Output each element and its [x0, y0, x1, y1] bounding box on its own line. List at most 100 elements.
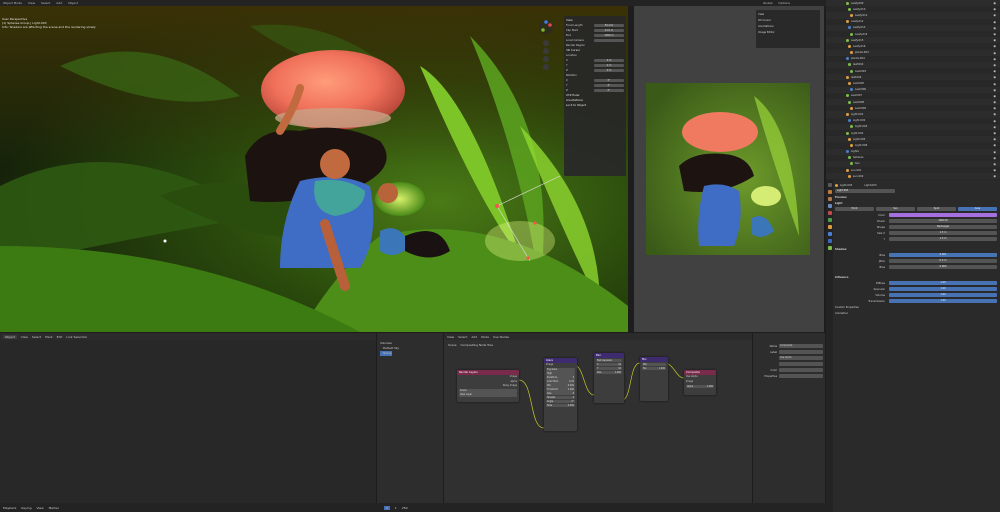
node-composite[interactable]: Composite Use Alpha Image Alpha 1.000	[684, 370, 716, 395]
glare-quality-select[interactable]: High	[546, 372, 575, 376]
constraints-tab-icon[interactable]	[827, 239, 832, 243]
editor-type-select[interactable]: Object	[3, 334, 17, 339]
node-property-field[interactable]	[779, 350, 823, 354]
shadow-jitter-field[interactable]: 0.2 m	[889, 258, 997, 264]
menu-select-fb[interactable]: Select	[32, 335, 41, 339]
influence-transmission-field[interactable]: 1.00	[889, 298, 997, 304]
visibility-eye-icon[interactable]: ◉	[993, 38, 996, 42]
preview-section-image-editor[interactable]: Image Editor	[758, 30, 818, 36]
data-name-label[interactable]: Light.003	[864, 184, 876, 187]
properties-editor[interactable]: Light.003 Light.003 Light.003 Preview Li…	[826, 180, 1000, 512]
influence-diffuse-field[interactable]: 1.00	[889, 280, 997, 286]
visibility-eye-icon[interactable]: ◉	[993, 26, 996, 30]
visibility-eye-icon[interactable]: ◉	[993, 162, 996, 166]
clip-end-field[interactable]: 1000 m	[594, 33, 624, 38]
influence-specular-field[interactable]: 1.00	[889, 286, 997, 292]
tool-tab-icon[interactable]	[827, 183, 832, 187]
rot-z-field[interactable]: 0°	[594, 88, 624, 93]
end-frame-field[interactable]: 250	[402, 506, 408, 510]
modifier-tab-icon[interactable]	[827, 232, 832, 236]
node-property-field[interactable]	[779, 374, 823, 378]
node-field[interactable]: Size 1.000	[596, 370, 622, 374]
light-datablock-field[interactable]: Light.003	[835, 188, 895, 194]
visibility-eye-icon[interactable]: ◉	[993, 88, 996, 92]
node-field[interactable]: Fac 1.000	[642, 366, 666, 370]
visibility-eye-icon[interactable]: ◉	[993, 32, 996, 36]
node-field[interactable]: Fade 0.900	[546, 404, 575, 408]
blur-type-select[interactable]: Fast Gaussian	[596, 358, 622, 362]
layer-field[interactable]: View Layer	[459, 393, 517, 397]
current-frame-field[interactable]: 1	[383, 505, 390, 510]
visibility-eye-icon[interactable]: ◉	[993, 168, 996, 172]
visibility-eye-icon[interactable]: ◉	[993, 100, 996, 104]
glare-type-select[interactable]: Fog Glow	[546, 368, 575, 372]
scene-tab-icon[interactable]	[827, 211, 832, 215]
menu-mark-fb[interactable]: Mark	[45, 335, 52, 339]
menu-object[interactable]: Object	[68, 1, 78, 5]
visibility-eye-icon[interactable]: ◉	[993, 125, 996, 129]
node-field[interactable]: Mix 0.000	[546, 384, 575, 388]
navigation-gizmo[interactable]	[535, 18, 557, 78]
node-property-field[interactable]: Composite	[779, 344, 823, 348]
light-type-spot[interactable]: Spot	[917, 206, 956, 212]
menu-edit-fb[interactable]: Edit	[57, 335, 63, 339]
node-field[interactable]: Angle 0°	[546, 400, 575, 404]
light-power-field[interactable]: 1000 W	[889, 218, 997, 224]
menu-select[interactable]: Select	[41, 1, 50, 5]
visibility-eye-icon[interactable]: ◉	[993, 119, 996, 123]
visibility-eye-icon[interactable]: ◉	[993, 94, 996, 98]
node-field[interactable]: Streaks 4	[546, 396, 575, 400]
menu-view-tl[interactable]: View	[36, 506, 43, 510]
light-size-y-field[interactable]: 1.5 m	[889, 236, 997, 242]
node-render-layers[interactable]: Render Layers Image Alpha Noisy Image Sc…	[457, 370, 519, 402]
visibility-eye-icon[interactable]: ◉	[993, 150, 996, 154]
visibility-eye-icon[interactable]: ◉	[993, 20, 996, 24]
node-field[interactable]: Size 8	[546, 392, 575, 396]
visibility-eye-icon[interactable]: ◉	[993, 57, 996, 61]
rot-x-field[interactable]: 0°	[594, 78, 624, 83]
menu-marker[interactable]: Marker	[49, 506, 59, 510]
mode-select[interactable]: Object Mode	[3, 1, 22, 5]
node-field[interactable]: Y 10	[596, 366, 622, 370]
visibility-eye-icon[interactable]: ◉	[993, 112, 996, 116]
node-properties-sidebar[interactable]: Name Composite Label Use Alpha Color Properti…	[753, 333, 825, 503]
options-button[interactable]: Options	[778, 1, 790, 5]
light-type-sun[interactable]: Sun	[876, 206, 915, 212]
visibility-eye-icon[interactable]: ◉	[993, 82, 996, 86]
menu-view-fb[interactable]: View	[21, 335, 28, 339]
start-frame-field[interactable]: 1	[395, 506, 397, 510]
visibility-eye-icon[interactable]: ◉	[993, 13, 996, 17]
object-tab-icon[interactable]	[827, 225, 832, 229]
light-color-swatch[interactable]	[889, 212, 997, 218]
focal-length-field[interactable]: 50 mm	[594, 23, 624, 28]
light-size-x-field[interactable]: 1.5 m	[889, 230, 997, 236]
scene-field[interactable]: Scene	[459, 389, 517, 393]
asset-sidebar[interactable]: Volumes Default Sky Group	[377, 333, 443, 503]
light-data-tab-icon[interactable]	[827, 246, 832, 250]
node-field[interactable]: Color Mod. 0.25	[546, 380, 575, 384]
outliner[interactable]: Leafy.009 ◉ Leafy.010 ◉ Leafy.011 ◉ Leafy.012 ◉…	[826, 0, 1000, 180]
3d-viewport[interactable]: User Perspective (1) Spheres Group | Lig…	[0, 6, 628, 332]
menu-add[interactable]: Add	[56, 1, 62, 5]
shadow-bias2-field[interactable]: 0.000	[889, 264, 997, 270]
menu-playback[interactable]: Playback	[3, 506, 16, 510]
light-shape-select[interactable]: Rectangle	[889, 224, 997, 230]
node-property-field[interactable]: Use Alpha	[779, 356, 823, 360]
socket-image-in[interactable]: Image	[544, 363, 577, 368]
visibility-eye-icon[interactable]: ◉	[993, 1, 996, 5]
socket-image-in[interactable]: Image	[684, 380, 716, 385]
visibility-eye-icon[interactable]: ◉	[993, 174, 996, 178]
influence-volume-field[interactable]: 1.00	[889, 292, 997, 298]
cursor-x-field[interactable]: 0 m	[594, 58, 624, 63]
visibility-eye-icon[interactable]: ◉	[993, 75, 996, 79]
file-browser-area[interactable]: Object View Select Mark Edit Link Select…	[0, 333, 376, 503]
menu-view[interactable]: View	[28, 1, 35, 5]
section-animation[interactable]: Animation	[835, 310, 997, 316]
mix-type-select[interactable]: Mix	[642, 362, 666, 366]
cursor-z-field[interactable]: 0 m	[594, 68, 624, 73]
visibility-eye-icon[interactable]: ◉	[993, 69, 996, 73]
socket-noisy-image-out[interactable]: Noisy Image	[457, 384, 519, 389]
visibility-eye-icon[interactable]: ◉	[993, 44, 996, 48]
visibility-eye-icon[interactable]: ◉	[993, 137, 996, 141]
local-camera-field[interactable]	[594, 38, 624, 43]
